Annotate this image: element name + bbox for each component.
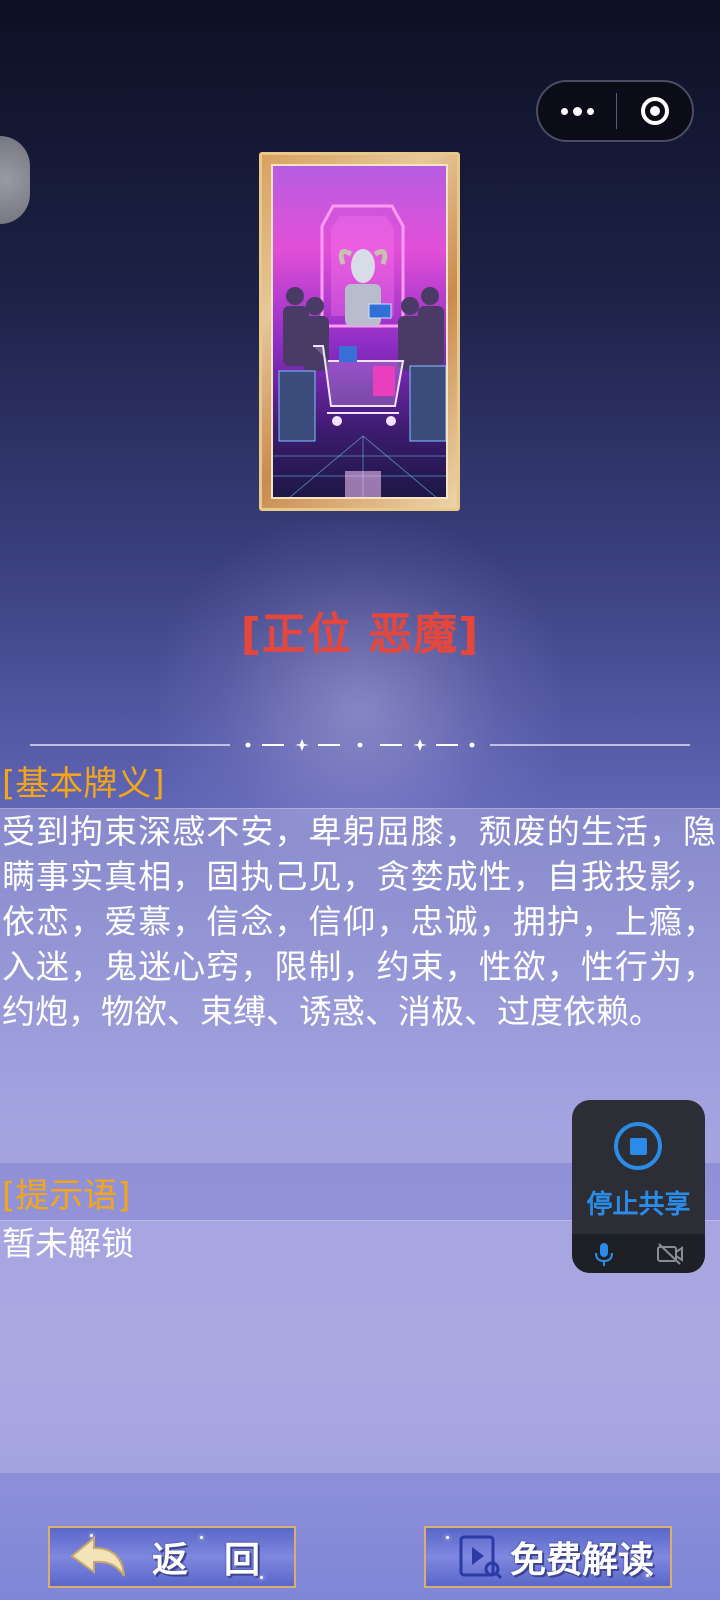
tarot-card[interactable] — [259, 152, 460, 511]
basic-meaning-label: [基本牌义] — [2, 764, 165, 804]
stop-circle-icon[interactable] — [614, 1122, 662, 1170]
free-reading-label: 免费解读 — [510, 1540, 655, 1581]
card-title: [正位 恶魔] — [240, 609, 480, 660]
back-arrow-icon — [70, 1535, 125, 1577]
camera-off-icon[interactable] — [656, 1242, 684, 1266]
ornament-divider — [30, 739, 690, 751]
sparkle — [90, 1534, 93, 1537]
floating-assistive-ball[interactable] — [0, 136, 30, 224]
dot — [586, 107, 594, 115]
more-dots-icon[interactable] — [538, 106, 616, 116]
card-illustration — [273, 204, 446, 497]
screen-share-widget: 停止共享 — [572, 1100, 705, 1273]
back-button-label: 返 回 — [152, 1540, 261, 1581]
basic-meaning-text: 受到拘束深感不安，卑躬屈膝，颓废的生活，隐瞒事实真相，固执己见，贪婪成性，自我投… — [2, 812, 716, 1031]
devil-tarot-card-image — [271, 164, 448, 499]
stop-square — [629, 1137, 647, 1155]
ring-center — [649, 106, 660, 116]
sparkle — [646, 1574, 649, 1577]
microphone-icon[interactable] — [593, 1241, 615, 1267]
hint-label: [提示语] — [2, 1176, 131, 1216]
dot — [572, 106, 582, 116]
target-circle-icon[interactable] — [617, 97, 692, 125]
ring — [640, 97, 669, 125]
stop-share-label[interactable]: 停止共享 — [572, 1184, 705, 1221]
miniprogram-capsule — [536, 80, 694, 142]
sparkle — [260, 1576, 263, 1579]
free-reading-button[interactable]: 免费解读 — [424, 1526, 672, 1588]
sparkle — [446, 1536, 449, 1539]
share-controls — [572, 1234, 705, 1273]
back-button[interactable]: 返 回 — [48, 1526, 296, 1588]
sparkle — [200, 1536, 203, 1539]
dot — [560, 107, 568, 115]
video-search-icon — [459, 1535, 503, 1580]
